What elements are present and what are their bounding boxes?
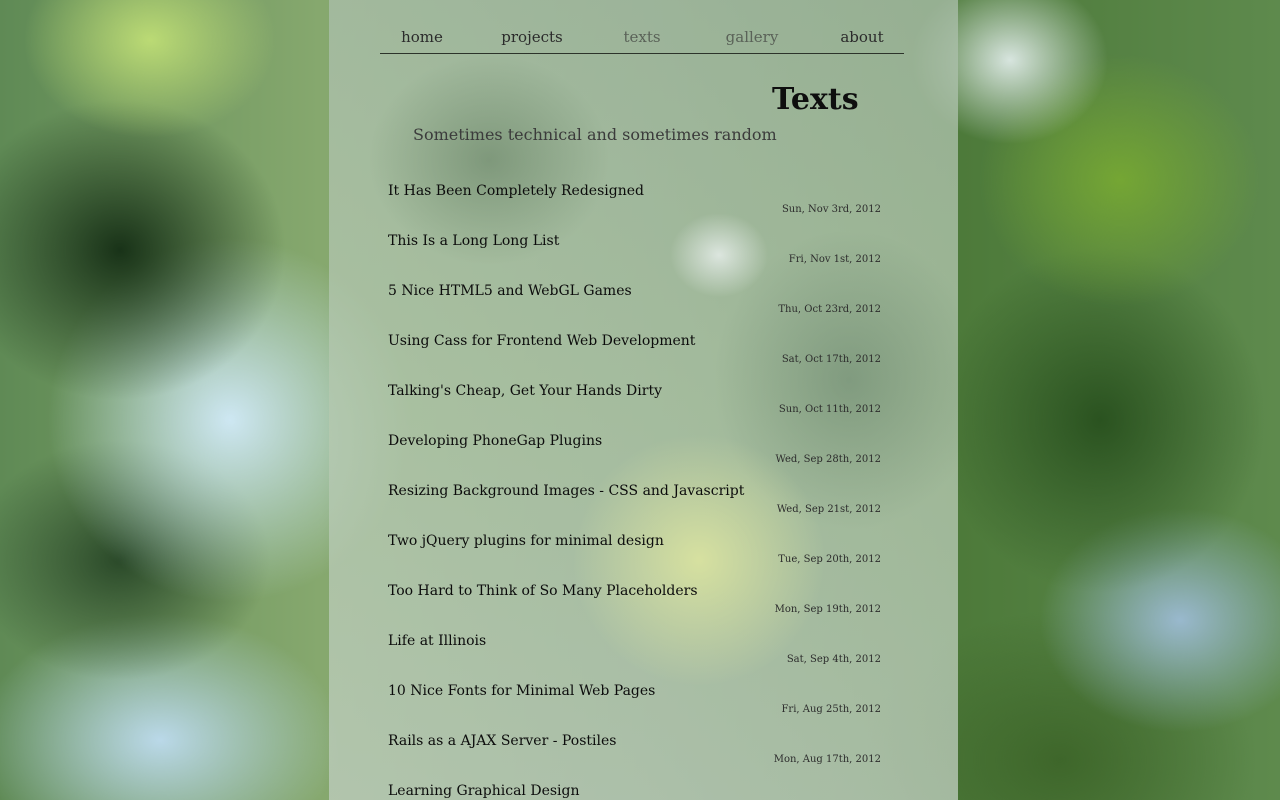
post-title-link[interactable]: It Has Been Completely Redesigned <box>388 183 644 199</box>
post-item: Resizing Background Images - CSS and Jav… <box>388 480 881 530</box>
post-title-link[interactable]: Life at Illinois <box>388 633 486 649</box>
nav-link-home[interactable]: home <box>377 28 467 46</box>
post-title-link[interactable]: Learning Graphical Design <box>388 783 580 799</box>
post-date: Fri, Aug 25th, 2012 <box>781 704 881 715</box>
post-item: Talking's Cheap, Get Your Hands Dirty Su… <box>388 380 881 430</box>
post-item: Learning Graphical Design <box>388 780 881 800</box>
post-date: Sat, Oct 17th, 2012 <box>781 354 881 365</box>
nav-link-texts[interactable]: texts <box>597 28 687 46</box>
post-date: Mon, Sep 19th, 2012 <box>774 604 881 615</box>
post-title-link[interactable]: Resizing Background Images - CSS and Jav… <box>388 483 744 499</box>
page-subtitle: Sometimes technical and sometimes random <box>413 125 777 144</box>
page-title: Texts <box>772 82 859 117</box>
post-date: Tue, Sep 20th, 2012 <box>778 554 881 565</box>
post-item: This Is a Long Long List Fri, Nov 1st, 2… <box>388 230 881 280</box>
post-list: It Has Been Completely Redesigned Sun, N… <box>388 180 881 800</box>
post-title-link[interactable]: Two jQuery plugins for minimal design <box>388 533 664 549</box>
post-item: Two jQuery plugins for minimal design Tu… <box>388 530 881 580</box>
post-date: Wed, Sep 28th, 2012 <box>775 454 881 465</box>
nav-link-about[interactable]: about <box>817 28 907 46</box>
post-item: It Has Been Completely Redesigned Sun, N… <box>388 180 881 230</box>
post-item: Life at Illinois Sat, Sep 4th, 2012 <box>388 630 881 680</box>
post-title-link[interactable]: Rails as a AJAX Server - Postiles <box>388 733 616 749</box>
post-item: Using Cass for Frontend Web Development … <box>388 330 881 380</box>
post-item: Developing PhoneGap Plugins Wed, Sep 28t… <box>388 430 881 480</box>
post-item: Rails as a AJAX Server - Postiles Mon, A… <box>388 730 881 780</box>
post-title-link[interactable]: This Is a Long Long List <box>388 233 559 249</box>
post-title-link[interactable]: Talking's Cheap, Get Your Hands Dirty <box>388 383 662 399</box>
post-date: Thu, Oct 23rd, 2012 <box>778 304 881 315</box>
post-item: 10 Nice Fonts for Minimal Web Pages Fri,… <box>388 680 881 730</box>
post-title-link[interactable]: Developing PhoneGap Plugins <box>388 433 602 449</box>
content-panel: home projects texts gallery about Texts … <box>329 0 958 800</box>
main-nav: home projects texts gallery about <box>380 28 904 54</box>
post-title-link[interactable]: Too Hard to Think of So Many Placeholder… <box>388 583 698 599</box>
nav-link-projects[interactable]: projects <box>487 28 577 46</box>
post-date: Sat, Sep 4th, 2012 <box>786 654 881 665</box>
post-title-link[interactable]: Using Cass for Frontend Web Development <box>388 333 695 349</box>
post-title-link[interactable]: 5 Nice HTML5 and WebGL Games <box>388 283 632 299</box>
nav-link-gallery[interactable]: gallery <box>707 28 797 46</box>
post-date: Fri, Nov 1st, 2012 <box>788 254 881 265</box>
post-date: Wed, Sep 21st, 2012 <box>776 504 881 515</box>
post-date: Mon, Aug 17th, 2012 <box>773 754 881 765</box>
post-item: Too Hard to Think of So Many Placeholder… <box>388 580 881 630</box>
post-item: 5 Nice HTML5 and WebGL Games Thu, Oct 23… <box>388 280 881 330</box>
post-date: Sun, Oct 11th, 2012 <box>778 404 881 415</box>
post-title-link[interactable]: 10 Nice Fonts for Minimal Web Pages <box>388 683 655 699</box>
post-date: Sun, Nov 3rd, 2012 <box>781 204 881 215</box>
